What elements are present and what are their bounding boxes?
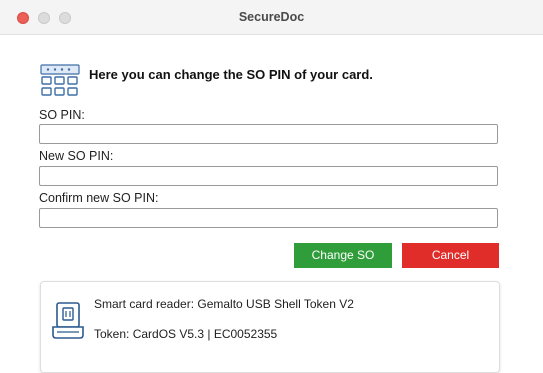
change-so-button[interactable]: Change SO (294, 243, 392, 268)
token-info: Token: CardOS V5.3 | EC0052355 (94, 327, 278, 341)
keypad-icon (40, 64, 80, 96)
window-title: SecureDoc (238, 10, 305, 24)
new-so-pin-label: New SO PIN: (39, 149, 114, 163)
card-reader-name: Smart card reader: Gemalto USB Shell Tok… (94, 297, 354, 311)
instruction-heading: Here you can change the SO PIN of your c… (89, 67, 373, 82)
card-info-panel: Smart card reader: Gemalto USB Shell Tok… (40, 281, 500, 373)
so-pin-label: SO PIN: (39, 108, 85, 122)
title-bar: SecureDoc (0, 0, 543, 35)
cancel-button[interactable]: Cancel (402, 243, 499, 268)
new-so-pin-field[interactable] (39, 166, 498, 186)
confirm-so-pin-field[interactable] (39, 208, 498, 228)
confirm-so-pin-label: Confirm new SO PIN: (39, 191, 159, 205)
card-reader-icon (52, 302, 84, 339)
so-pin-field[interactable] (39, 124, 498, 144)
